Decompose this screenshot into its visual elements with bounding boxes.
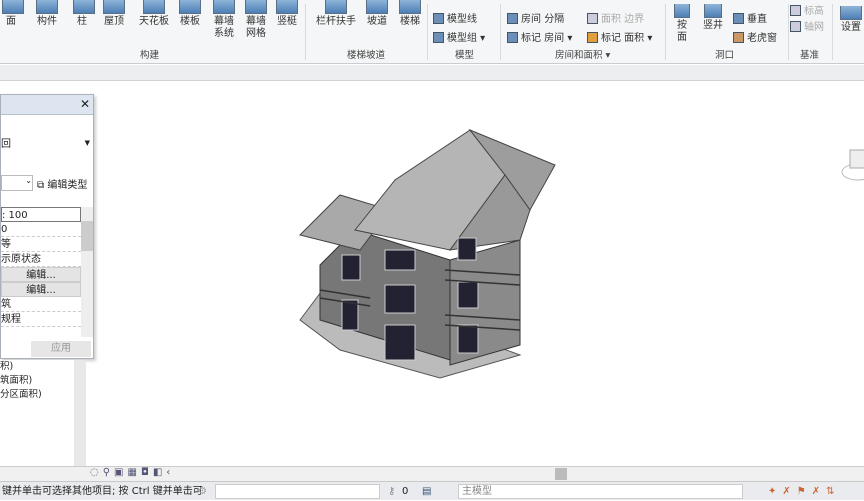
- tool-icon: [245, 0, 267, 14]
- editable-icon: ⚷: [388, 486, 396, 497]
- room-icon: [507, 13, 518, 24]
- panel-model-label: 模型: [455, 50, 475, 61]
- view-control-bar: ◌⚲▣▦◘◧‹: [0, 466, 864, 481]
- tool-button[interactable]: 屋顶: [101, 0, 127, 28]
- browser-scrollbar[interactable]: [74, 360, 86, 480]
- tool-button[interactable]: 幕墙 系统: [210, 0, 238, 40]
- type-dropdown-icon[interactable]: ▼: [85, 139, 90, 147]
- shaft-icon: [704, 4, 722, 18]
- panel-build-label: 构建: [140, 50, 160, 61]
- level-icon: [790, 5, 801, 16]
- tag-area-button[interactable]: 标记 面积 ▾: [587, 29, 652, 44]
- tool-button[interactable]: 面: [2, 0, 24, 28]
- workset-select[interactable]: [215, 484, 380, 499]
- model-line-icon: [433, 13, 444, 24]
- model-group-button[interactable]: 模型组 ▾: [433, 29, 485, 44]
- properties-scrollbar[interactable]: [81, 207, 93, 337]
- close-icon[interactable]: ✕: [80, 97, 90, 111]
- tag-room-button[interactable]: 标记 房间 ▾: [507, 29, 572, 44]
- tool-icon: [73, 0, 95, 14]
- ribbon: 面构件柱屋顶 天花板 楼板 幕墙 系统 幕墙 网格 竖梃 栏杆扶手 坡道 楼梯 模型线 模型组 ▾ …: [0, 0, 864, 64]
- grid-icon: [790, 21, 801, 32]
- property-row[interactable]: 等: [1, 237, 81, 252]
- apply-button[interactable]: 应用: [31, 341, 91, 357]
- tool-icon: [366, 0, 388, 14]
- status-hint: 键并单击可选择其他项目; 按 Ctrl 键并单击可: [2, 486, 203, 497]
- tool-button[interactable]: 竖梃: [274, 0, 300, 28]
- tool-button[interactable]: 坡道: [364, 0, 390, 28]
- panel-datum-label: 基准: [800, 50, 820, 61]
- worksharing-icon[interactable]: ⚙: [198, 482, 207, 501]
- tool-button[interactable]: 柱: [73, 0, 95, 28]
- type-image: 回: [1, 139, 11, 150]
- selection-filter-icons[interactable]: ✦✗⚑✗⇅: [768, 482, 840, 501]
- level-button[interactable]: 标高: [790, 2, 824, 17]
- by-face-icon: [674, 4, 690, 18]
- edit-button[interactable]: 编辑...: [1, 282, 81, 297]
- edit-type-button[interactable]: ⧉ 编辑类型: [37, 176, 87, 191]
- dormer-button[interactable]: 老虎窗: [733, 29, 777, 44]
- tool-button[interactable]: 栏杆扶手: [313, 0, 359, 28]
- status-bar: 键并单击可选择其他项目; 按 Ctrl 键并单击可 ⚙ ⚷ 0 ▤ 主模型 ✦✗…: [0, 481, 864, 500]
- tool-icon: [179, 0, 201, 14]
- view-control-icons[interactable]: ◌⚲▣▦◘◧‹: [90, 467, 174, 478]
- tool-icon: [276, 0, 298, 14]
- set-icon: [840, 6, 862, 20]
- properties-palette: ✕ 回 ▼ ⌄ ⧉ 编辑类型 : 100 0 等示原状态 编辑... 编辑... 筑规程 …: [0, 94, 94, 359]
- grid-button[interactable]: 轴网: [790, 18, 824, 33]
- tool-icon: [2, 0, 24, 14]
- selection-count: 0: [402, 486, 409, 497]
- tool-button[interactable]: 楼板: [177, 0, 203, 28]
- tag-room-icon: [507, 32, 518, 43]
- 3d-building-model[interactable]: [280, 120, 560, 385]
- shaft-button[interactable]: 竖井: [700, 4, 726, 32]
- area-boundary-button[interactable]: 面积 边界: [587, 10, 644, 25]
- properties-header: ✕: [1, 95, 93, 115]
- property-row[interactable]: 规程: [1, 312, 81, 327]
- panel-stairs-label: 楼梯坡道: [347, 50, 386, 61]
- model-group-icon: [433, 32, 444, 43]
- ribbon-bottom-strip: [0, 65, 864, 81]
- viewcube-icon[interactable]: [836, 140, 864, 185]
- tool-button[interactable]: 构件: [33, 0, 61, 28]
- tool-icon: [103, 0, 125, 14]
- tool-icon: [399, 0, 421, 14]
- tool-icon: [143, 0, 165, 14]
- tool-button[interactable]: 幕墙 网格: [242, 0, 270, 40]
- area-boundary-icon: [587, 13, 598, 24]
- by-face-opening-button[interactable]: 按面: [672, 4, 692, 44]
- panel-room-label[interactable]: 房间和面积 ▾: [555, 47, 610, 61]
- horizontal-scrollbar-thumb[interactable]: [555, 468, 567, 480]
- property-row[interactable]: 示原状态: [1, 252, 81, 267]
- room-button[interactable]: 房间 分隔: [507, 10, 564, 25]
- model-line-button[interactable]: 模型线: [433, 10, 477, 25]
- workplane-set-button[interactable]: 设置: [838, 6, 864, 34]
- design-options-icon[interactable]: ▤: [422, 482, 431, 501]
- panel-opening-label: 洞口: [715, 50, 735, 61]
- tool-button[interactable]: 天花板: [136, 0, 172, 28]
- vertical-opening-button[interactable]: 垂直: [733, 10, 767, 25]
- vertical-opening-icon: [733, 13, 744, 24]
- edit-button[interactable]: 编辑...: [1, 267, 81, 282]
- property-row[interactable]: 筑: [1, 297, 81, 312]
- tag-area-icon: [587, 32, 598, 43]
- tool-icon: [213, 0, 235, 14]
- property-row[interactable]: : 100: [1, 207, 81, 222]
- instance-filter-select[interactable]: ⌄: [1, 175, 33, 191]
- property-row[interactable]: 0: [1, 222, 81, 237]
- tool-icon: [36, 0, 58, 14]
- tool-icon: [325, 0, 347, 14]
- tool-button[interactable]: 楼梯: [397, 0, 423, 28]
- dormer-icon: [733, 32, 744, 43]
- design-option-select[interactable]: 主模型: [458, 484, 743, 499]
